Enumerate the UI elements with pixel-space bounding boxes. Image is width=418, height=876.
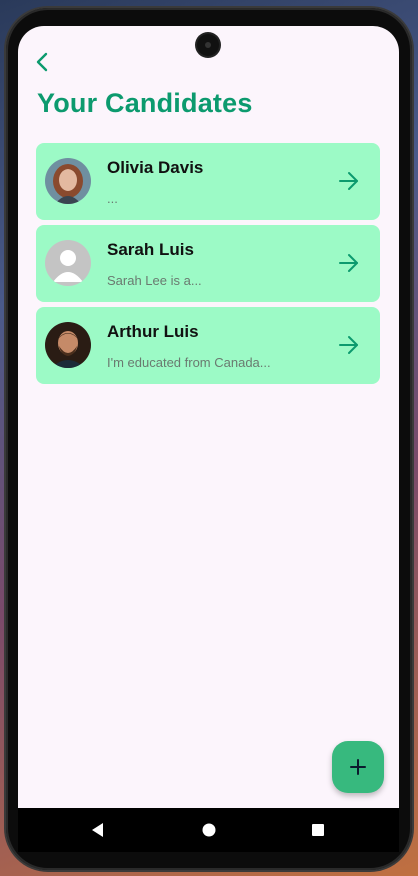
candidate-name: Olivia Davis — [107, 158, 204, 177]
chevron-left-icon — [36, 52, 48, 72]
candidate-card[interactable]: Arthur Luis I'm educated from Canada... — [36, 307, 380, 384]
back-button[interactable] — [28, 48, 56, 76]
page-title: Your Candidates — [37, 88, 253, 118]
system-nav-bar — [18, 808, 399, 852]
avatar — [45, 322, 91, 368]
add-candidate-button[interactable] — [332, 741, 384, 793]
plus-icon — [350, 759, 366, 775]
avatar — [45, 158, 91, 204]
candidate-summary: I'm educated from Canada... — [107, 355, 271, 370]
front-camera — [197, 34, 219, 56]
avatar-placeholder-icon — [45, 240, 91, 286]
arrow-right-icon[interactable] — [338, 170, 360, 192]
nav-home-icon[interactable] — [199, 820, 219, 840]
candidate-name: Sarah Luis — [107, 240, 194, 259]
candidate-summary: ... — [107, 191, 118, 206]
candidate-card[interactable]: Olivia Davis ... — [36, 143, 380, 220]
candidate-summary: Sarah Lee is a... — [107, 273, 202, 288]
candidate-list: Olivia Davis ... Sarah Luis Sarah Lee is… — [36, 143, 380, 389]
arrow-right-icon[interactable] — [338, 252, 360, 274]
arrow-right-icon[interactable] — [338, 334, 360, 356]
candidate-card[interactable]: Sarah Luis Sarah Lee is a... — [36, 225, 380, 302]
candidate-name: Arthur Luis — [107, 322, 199, 341]
nav-recents-icon[interactable] — [308, 820, 328, 840]
app-screen: Your Candidates Olivia Davis ... Sarah L… — [18, 26, 399, 808]
nav-back-icon[interactable] — [88, 820, 108, 840]
